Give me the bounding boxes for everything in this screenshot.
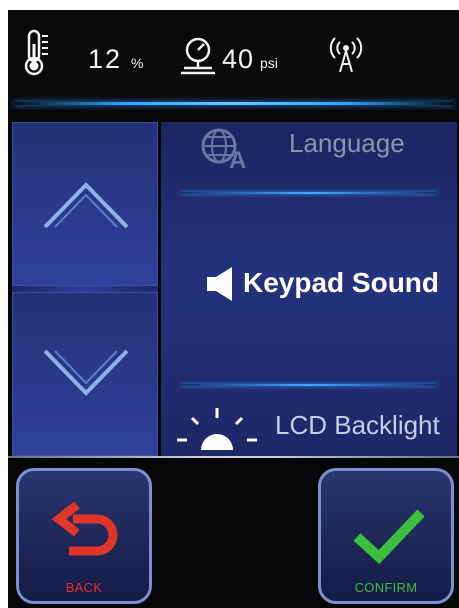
- scroll-arrow-panel: [12, 122, 158, 456]
- checkmark-icon: [351, 505, 427, 570]
- confirm-button[interactable]: CONFIRM: [318, 468, 454, 604]
- menu-separator: [181, 192, 437, 194]
- chevron-up-icon: [41, 179, 131, 238]
- menu-item-label: LCD Backlight: [275, 410, 440, 440]
- sun-backlight-icon: [177, 406, 267, 455]
- pressure-unit: psi: [260, 55, 278, 71]
- scroll-up-button[interactable]: [12, 122, 158, 286]
- thermometer-icon: [22, 28, 52, 78]
- pressure-gauge-icon: [180, 36, 216, 76]
- menu-item-language[interactable]: A Language: [161, 122, 457, 188]
- menu-item-label: Keypad Sound: [243, 267, 440, 298]
- humidity-value: 12: [88, 44, 123, 74]
- device-screen: 12 % 40 psi A Language Keypad Sound LCD …: [8, 10, 459, 608]
- menu-item-keypad-sound[interactable]: Keypad Sound: [161, 250, 457, 320]
- speaker-icon: [205, 266, 235, 307]
- undo-arrow-icon: [51, 501, 123, 568]
- menu-item-label: Language: [289, 128, 405, 158]
- pressure-value: 40: [222, 44, 255, 74]
- status-divider: [14, 102, 454, 105]
- globe-language-icon: A: [199, 126, 253, 175]
- chevron-down-icon: [41, 345, 131, 404]
- humidity-unit: %: [131, 55, 144, 71]
- scroll-down-button[interactable]: [12, 292, 158, 456]
- back-button[interactable]: BACK: [16, 468, 152, 604]
- wireless-signal-icon: [326, 34, 366, 78]
- settings-menu-list: A Language Keypad Sound LCD Backlight: [161, 122, 457, 456]
- action-bar-divider: [8, 456, 459, 458]
- confirm-label: CONFIRM: [354, 580, 418, 595]
- menu-item-lcd-backlight[interactable]: LCD Backlight: [161, 396, 457, 456]
- back-label: BACK: [65, 580, 103, 595]
- menu-separator: [181, 384, 437, 386]
- svg-text:A: A: [229, 147, 246, 170]
- status-bar: 12 % 40 psi: [8, 10, 459, 110]
